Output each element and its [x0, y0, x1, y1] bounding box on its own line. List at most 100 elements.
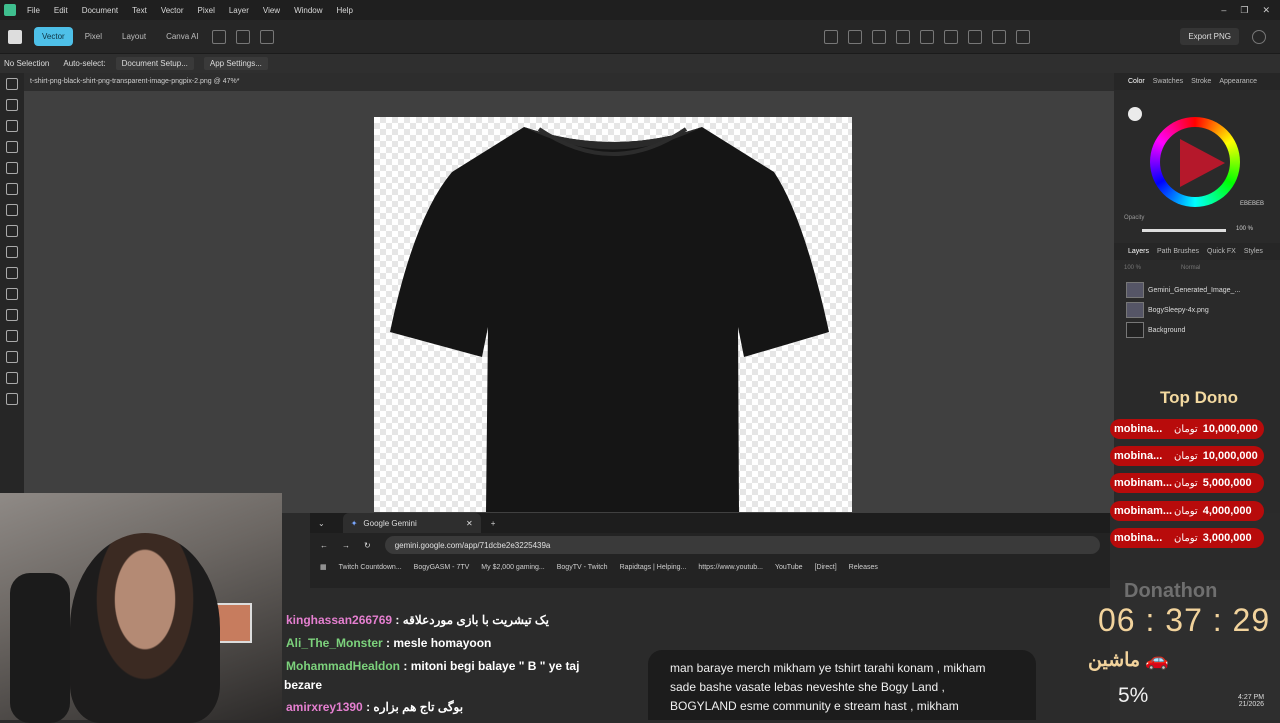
- back-icon[interactable]: ←: [320, 541, 328, 550]
- menu-document[interactable]: Document: [75, 6, 125, 15]
- donation-row: mobinam... تومان 5,000,000: [1110, 473, 1264, 493]
- close-icon[interactable]: ✕: [1262, 5, 1270, 16]
- donor-name: mobinam...: [1114, 505, 1173, 517]
- address-bar[interactable]: gemini.google.com/app/71dcbe2e3225439a: [384, 536, 1100, 554]
- align-icon[interactable]: [943, 29, 958, 44]
- zoom-tool-icon[interactable]: [6, 393, 18, 405]
- arrange-icon[interactable]: [871, 29, 886, 44]
- persona-layout[interactable]: Layout: [114, 27, 154, 46]
- boolean-icon[interactable]: [991, 29, 1006, 44]
- layer-thumbnail: [1126, 322, 1144, 338]
- auto-select-checkbox[interactable]: Auto-select:: [63, 59, 105, 68]
- reload-icon[interactable]: ↻: [364, 541, 371, 550]
- bookmark-item[interactable]: Twitch Countdown...: [339, 564, 402, 571]
- arrange-icon[interactable]: [919, 29, 934, 44]
- menu-edit[interactable]: Edit: [47, 6, 75, 15]
- menu-layer[interactable]: Layer: [222, 6, 256, 15]
- app-settings-button[interactable]: App Settings...: [203, 57, 268, 70]
- point-transform-icon[interactable]: [6, 162, 18, 174]
- menu-help[interactable]: Help: [330, 6, 360, 15]
- menu-text[interactable]: Text: [125, 6, 154, 15]
- arrange-icon[interactable]: [847, 29, 862, 44]
- new-tab-icon[interactable]: +: [491, 519, 496, 528]
- bookmark-item[interactable]: [Direct]: [815, 564, 837, 571]
- layer-row[interactable]: Gemini_Generated_Image_...: [1114, 280, 1280, 300]
- export-png-button[interactable]: Export PNG: [1180, 28, 1239, 45]
- menu-pixel[interactable]: Pixel: [191, 6, 222, 15]
- document-setup-button[interactable]: Document Setup...: [115, 57, 194, 70]
- hex-value[interactable]: EBEBEB: [1240, 201, 1264, 207]
- opacity-label: Opacity: [1124, 215, 1145, 221]
- crop-tool-icon[interactable]: [6, 330, 18, 342]
- fill-tool-icon[interactable]: [6, 246, 18, 258]
- move-tool-icon[interactable]: [6, 78, 18, 90]
- maximize-icon[interactable]: ❐: [1240, 5, 1248, 16]
- snapping-icon[interactable]: [1015, 29, 1030, 44]
- gaming-chair: [10, 573, 70, 723]
- tab-list-icon[interactable]: ⌄: [318, 519, 325, 528]
- blend-mode[interactable]: Normal: [1181, 265, 1200, 271]
- bookmarks-bar: ▦ Twitch Countdown... BogyGASM - 7TV My …: [310, 557, 1110, 577]
- tab-color[interactable]: Color: [1128, 78, 1145, 85]
- tab-appearance[interactable]: Appearance: [1219, 78, 1257, 85]
- bookmark-item[interactable]: Rapidtags | Helping...: [620, 564, 687, 571]
- close-tab-icon[interactable]: ✕: [466, 519, 473, 528]
- tab-path-brushes[interactable]: Path Brushes: [1157, 248, 1199, 255]
- bookmark-item[interactable]: https://www.youtub...: [698, 564, 763, 571]
- minimize-icon[interactable]: –: [1221, 5, 1226, 16]
- persona-pixel[interactable]: Pixel: [77, 27, 110, 46]
- tab-stroke[interactable]: Stroke: [1191, 78, 1211, 85]
- arrange-icon[interactable]: [823, 29, 838, 44]
- donor-name: mobina...: [1114, 532, 1163, 544]
- color-wheel[interactable]: [1150, 117, 1240, 207]
- tab-quick-fx[interactable]: Quick FX: [1207, 248, 1236, 255]
- menu-file[interactable]: File: [20, 6, 47, 15]
- browser-tab-bar: ⌄ ✦ Google Gemini ✕ +: [310, 513, 1110, 533]
- document-canvas[interactable]: [374, 117, 852, 512]
- bookmark-item[interactable]: Releases: [849, 564, 878, 571]
- opacity-slider[interactable]: [1142, 229, 1226, 232]
- bookmark-item[interactable]: BogyGASM - 7TV: [414, 564, 470, 571]
- help-icon[interactable]: [1252, 29, 1266, 44]
- vector-brush-icon[interactable]: [6, 225, 18, 237]
- donation-amount: 3,000,000: [1202, 532, 1252, 544]
- fill-swatch[interactable]: [1128, 107, 1142, 121]
- layer-row[interactable]: Background: [1114, 320, 1280, 340]
- flip-icon[interactable]: [967, 29, 982, 44]
- bookmark-item[interactable]: My $2,000 gaming...: [481, 564, 544, 571]
- image-tool-icon[interactable]: [6, 309, 18, 321]
- opacity-value[interactable]: 100 %: [1236, 226, 1253, 232]
- pen-tool-icon[interactable]: [6, 183, 18, 195]
- pencil-tool-icon[interactable]: [6, 204, 18, 216]
- bookmark-item[interactable]: YouTube: [775, 564, 803, 571]
- view-mode-icon[interactable]: [235, 29, 250, 44]
- more-icon[interactable]: [211, 29, 226, 44]
- menu-view[interactable]: View: [256, 6, 287, 15]
- hand-tool-icon[interactable]: [6, 372, 18, 384]
- tab-styles[interactable]: Styles: [1244, 248, 1263, 255]
- menu-vector[interactable]: Vector: [154, 6, 191, 15]
- document-tab[interactable]: t-shirt-png-black-shirt-png-transparent-…: [24, 73, 1114, 91]
- artboard-tool-icon[interactable]: [6, 99, 18, 111]
- browser-tab[interactable]: ✦ Google Gemini ✕: [342, 513, 481, 533]
- layer-opacity[interactable]: 100 %: [1124, 265, 1141, 271]
- rectangle-tool-icon[interactable]: [6, 267, 18, 279]
- grid-icon[interactable]: [259, 29, 274, 44]
- tab-swatches[interactable]: Swatches: [1153, 78, 1183, 85]
- gemini-prompt-box[interactable]: man baraye merch mikham ye tshirt tarahi…: [648, 650, 1036, 720]
- layer-thumbnail: [1126, 282, 1144, 298]
- persona-vector[interactable]: Vector: [34, 27, 73, 46]
- text-tool-icon[interactable]: [6, 288, 18, 300]
- window-controls: – ❐ ✕: [1221, 5, 1280, 16]
- tab-layers[interactable]: Layers: [1128, 248, 1149, 255]
- eyedropper-icon[interactable]: [6, 351, 18, 363]
- node-tool-icon[interactable]: [6, 120, 18, 132]
- bookmark-item[interactable]: BogyTV - Twitch: [557, 564, 608, 571]
- apps-icon[interactable]: ▦: [320, 563, 327, 571]
- arrange-icon[interactable]: [895, 29, 910, 44]
- forward-icon[interactable]: →: [342, 541, 350, 550]
- menu-window[interactable]: Window: [287, 6, 329, 15]
- layer-row[interactable]: BogySleepy-4x.png: [1114, 300, 1280, 320]
- corner-tool-icon[interactable]: [6, 141, 18, 153]
- persona-canva-ai[interactable]: Canva AI: [158, 27, 206, 46]
